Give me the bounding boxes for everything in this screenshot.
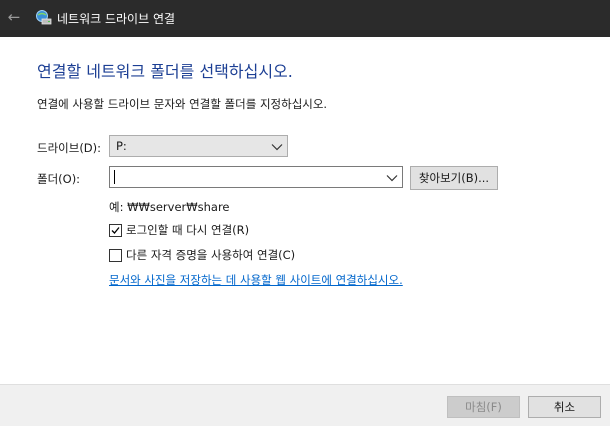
drive-label: 드라이브(D): <box>37 141 102 155</box>
instructions-text: 연결에 사용할 드라이브 문자와 연결할 폴더를 지정하십시오. <box>37 97 328 111</box>
example-path-text: 예: ₩₩server₩share <box>109 200 230 214</box>
browse-button[interactable]: 찾아보기(B)... <box>410 166 498 190</box>
title-bar: ← 네트워크 드라이브 연결 <box>0 0 610 37</box>
window-title: 네트워크 드라이브 연결 <box>57 12 176 26</box>
chevron-down-icon <box>271 144 283 151</box>
connect-website-link[interactable]: 문서와 사진을 저장하는 데 사용할 웹 사이트에 연결하십시오. <box>109 272 403 288</box>
reconnect-label: 로그인할 때 다시 연결(R) <box>126 223 250 237</box>
drive-letter-dropdown[interactable]: P: <box>109 135 288 157</box>
chevron-down-icon[interactable] <box>386 174 398 182</box>
back-arrow-icon: ← <box>7 8 21 26</box>
network-drive-icon <box>36 10 52 25</box>
dialog-footer: 마침(F) 취소 <box>0 384 610 426</box>
text-cursor <box>114 170 115 184</box>
reconnect-option[interactable]: 로그인할 때 다시 연결(R) <box>109 222 249 238</box>
other-credentials-checkbox[interactable] <box>109 248 122 262</box>
other-credentials-label: 다른 자격 증명을 사용하여 연결(C) <box>126 248 296 262</box>
reconnect-checkbox[interactable] <box>109 223 122 237</box>
cancel-button[interactable]: 취소 <box>528 396 601 418</box>
folder-label: 폴더(O): <box>37 172 81 186</box>
page-heading: 연결할 네트워크 폴더를 선택하십시오. <box>37 62 293 81</box>
back-button[interactable]: ← <box>3 6 25 28</box>
checkmark-icon <box>111 226 120 234</box>
finish-button[interactable]: 마침(F) <box>447 396 520 418</box>
other-credentials-option[interactable]: 다른 자격 증명을 사용하여 연결(C) <box>109 247 295 263</box>
folder-input[interactable] <box>112 168 381 186</box>
drive-letter-value: P: <box>116 139 127 153</box>
folder-combobox[interactable] <box>109 166 403 188</box>
